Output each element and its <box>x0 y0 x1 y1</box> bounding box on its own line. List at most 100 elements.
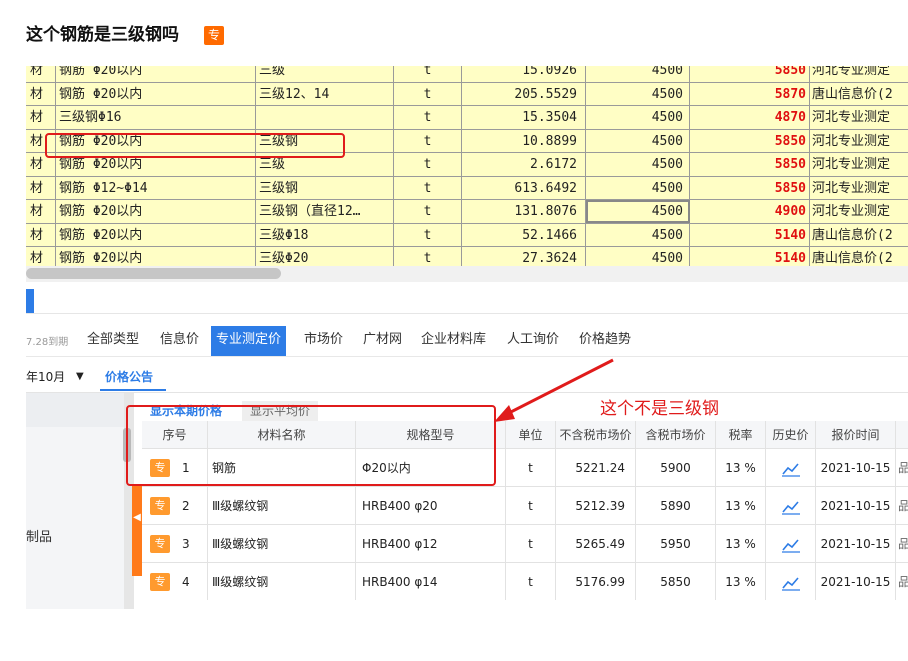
sheet-cell-price[interactable]: 4870 <box>690 106 810 129</box>
sheet-cell-base-price[interactable]: 4500 <box>586 129 690 153</box>
sheet-cell-price[interactable]: 5850 <box>690 66 810 82</box>
sheet-cell-unit[interactable]: t <box>394 153 462 176</box>
tab-guangcai[interactable]: 广材网 <box>363 326 402 356</box>
line-chart-icon[interactable] <box>781 537 801 553</box>
sheet-cell-source[interactable]: 河北专业测定 <box>810 153 908 176</box>
sheet-cell-qty[interactable]: 2.6172 <box>462 153 586 176</box>
sheet-cell-qty[interactable]: 10.8899 <box>462 129 586 153</box>
table-row[interactable]: 专 2 Ⅲ级螺纹钢 HRB400 φ20 t 5212.39 5890 13 %… <box>142 487 908 525</box>
unit: t <box>506 525 556 563</box>
sheet-cell-spec[interactable]: 三级 <box>256 66 394 82</box>
sheet-cell-source[interactable]: 唐山信息价(2 <box>810 247 908 266</box>
sheet-row[interactable]: 材 三级钢Φ16 t 15.3504 4500 4870 河北专业测定 <box>26 106 908 130</box>
sheet-cell-price[interactable]: 5870 <box>690 82 810 106</box>
sheet-cell-price[interactable]: 5850 <box>690 176 810 200</box>
sheet-cell-price[interactable]: 5140 <box>690 247 810 266</box>
sheet-cell-qty[interactable]: 15.3504 <box>462 106 586 129</box>
tab-professional-price[interactable]: 专业测定价 <box>211 326 287 356</box>
sheet-cell-base-price[interactable]: 4500 <box>586 247 690 266</box>
sheet-cell-name[interactable]: 钢筋 Φ20以内 <box>56 66 256 82</box>
line-chart-icon[interactable] <box>781 499 801 515</box>
sheet-row[interactable]: 材 钢筋 Φ20以内 三级钢（直径12… t 131.8076 4500 490… <box>26 200 908 224</box>
chevron-left-icon[interactable]: ◀ <box>132 512 142 523</box>
expire-label: 7.28到期 <box>26 337 69 348</box>
tab-market-price[interactable]: 市场价 <box>304 326 343 356</box>
collapse-handle[interactable] <box>132 486 142 576</box>
history-cell <box>766 487 816 525</box>
tab-manual-inquiry[interactable]: 人工询价 <box>507 326 559 356</box>
material-name: Ⅲ级螺纹钢 <box>208 525 356 563</box>
sheet-cell-base-price[interactable]: 4500 <box>586 223 690 247</box>
sheet-cell-spec[interactable]: 三级12、14 <box>256 82 394 106</box>
sheet-cell-spec[interactable] <box>256 106 394 129</box>
sheet-cell-unit[interactable]: t <box>394 82 462 106</box>
table-row[interactable]: 专 3 Ⅲ级螺纹钢 HRB400 φ12 t 5265.49 5950 13 %… <box>142 525 908 563</box>
sheet-cell-price[interactable]: 5850 <box>690 129 810 153</box>
sheet-cell-source[interactable]: 河北专业测定 <box>810 177 908 200</box>
price-announcement-tab[interactable]: 价格公告 <box>105 368 153 385</box>
quote-date: 2021-10-15 <box>816 525 896 563</box>
sheet-cell-source[interactable]: 河北专业测定 <box>810 66 908 82</box>
sheet-row[interactable]: 材 钢筋 Φ20以内 三级Φ20 t 27.3624 4500 5140 唐山信… <box>26 247 908 266</box>
sheet-cell-unit[interactable]: t <box>394 176 462 200</box>
sheet-cell-name[interactable]: 三级钢Φ16 <box>56 106 256 129</box>
sheet-cell-source[interactable]: 唐山信息价(2 <box>810 224 908 247</box>
sheet-cell-unit[interactable]: t <box>394 200 462 223</box>
price-in-tax: 5890 <box>636 487 716 525</box>
line-chart-icon[interactable] <box>781 575 801 591</box>
caret-down-icon[interactable]: ▼ <box>76 366 84 388</box>
sheet-cell-name[interactable]: 钢筋 Φ20以内 <box>56 200 256 223</box>
sheet-cell-source[interactable]: 河北专业测定 <box>810 130 908 153</box>
sheet-cell-source[interactable]: 河北专业测定 <box>810 200 908 223</box>
sheet-cell-price[interactable]: 5140 <box>690 223 810 247</box>
sheet-cell-unit[interactable]: t <box>394 129 462 153</box>
sheet-cell-qty[interactable]: 613.6492 <box>462 176 586 200</box>
tab-info-price[interactable]: 信息价 <box>160 326 199 356</box>
sheet-cell-unit[interactable]: t <box>394 106 462 129</box>
sheet-cell-qty[interactable]: 52.1466 <box>462 223 586 247</box>
sheet-cell-base-price[interactable]: 4500 <box>586 66 690 82</box>
sheet-cell-qty[interactable]: 205.5529 <box>462 82 586 106</box>
sheet-cell-source[interactable]: 河北专业测定 <box>810 106 908 129</box>
sheet-cell-spec[interactable]: 三级钢 <box>256 176 394 200</box>
sheet-cell-unit[interactable]: t <box>394 66 462 82</box>
sheet-cell-spec[interactable]: 三级Φ18 <box>256 223 394 247</box>
sheet-cell-price[interactable]: 5850 <box>690 153 810 176</box>
material-spec: HRB400 φ14 <box>356 563 506 601</box>
sheet-cell-base-price[interactable]: 4500 <box>586 82 690 106</box>
sheet-cell-unit[interactable]: t <box>394 247 462 266</box>
sheet-cell-name[interactable]: 钢筋 Φ20以内 <box>56 223 256 247</box>
sheet-cell-qty[interactable]: 27.3624 <box>462 247 586 266</box>
sheet-cell-price[interactable]: 4900 <box>690 200 810 223</box>
sheet-row[interactable]: 材 钢筋 Φ20以内 三级 t 15.0926 4500 5850 河北专业测定 <box>26 66 908 83</box>
sheet-row[interactable]: 材 钢筋 Φ12~Φ14 三级钢 t 613.6492 4500 5850 河北… <box>26 176 908 200</box>
row-extra: 品 <box>898 537 908 551</box>
tab-all-types[interactable]: 全部类型 <box>87 326 139 356</box>
sheet-cell-base-price-selected[interactable]: 4500 <box>586 200 690 223</box>
tax-rate: 13 % <box>716 525 766 563</box>
sheet-cell-name[interactable]: 钢筋 Φ12~Φ14 <box>56 176 256 200</box>
tab-price-trend[interactable]: 价格趋势 <box>579 326 631 356</box>
sheet-cell-spec[interactable]: 三级钢（直径12… <box>256 200 394 223</box>
sheet-cell-unit[interactable]: t <box>394 223 462 247</box>
sheet-cell-qty[interactable]: 15.0926 <box>462 66 586 82</box>
sheet-cell-base-price[interactable]: 4500 <box>586 106 690 129</box>
row-index-cell: 专 3 <box>142 525 208 563</box>
sheet-cell-base-price[interactable]: 4500 <box>586 176 690 200</box>
pro-badge: 专 <box>204 26 224 45</box>
sheet-cell-base-price[interactable]: 4500 <box>586 153 690 176</box>
tab-enterprise-library[interactable]: 企业材料库 <box>421 326 486 356</box>
sheet-cell-name[interactable]: 钢筋 Φ20以内 <box>56 247 256 266</box>
material-spec: HRB400 φ12 <box>356 525 506 563</box>
scrollbar-thumb[interactable] <box>26 268 281 279</box>
table-row[interactable]: 专 4 Ⅲ级螺纹钢 HRB400 φ14 t 5176.99 5850 13 %… <box>142 563 908 601</box>
sheet-cell-source[interactable]: 唐山信息价(2 <box>810 83 908 106</box>
sheet-row[interactable]: 材 钢筋 Φ20以内 三级12、14 t 205.5529 4500 5870 … <box>26 82 908 106</box>
category-item[interactable]: 制品 <box>26 526 52 545</box>
row-index-cell: 专 2 <box>142 487 208 525</box>
sheet-cell-spec[interactable]: 三级Φ20 <box>256 247 394 266</box>
sheet-cell-name[interactable]: 钢筋 Φ20以内 <box>56 82 256 106</box>
line-chart-icon[interactable] <box>781 461 801 477</box>
sheet-row[interactable]: 材 钢筋 Φ20以内 三级Φ18 t 52.1466 4500 5140 唐山信… <box>26 223 908 247</box>
sheet-cell-qty[interactable]: 131.8076 <box>462 200 586 223</box>
